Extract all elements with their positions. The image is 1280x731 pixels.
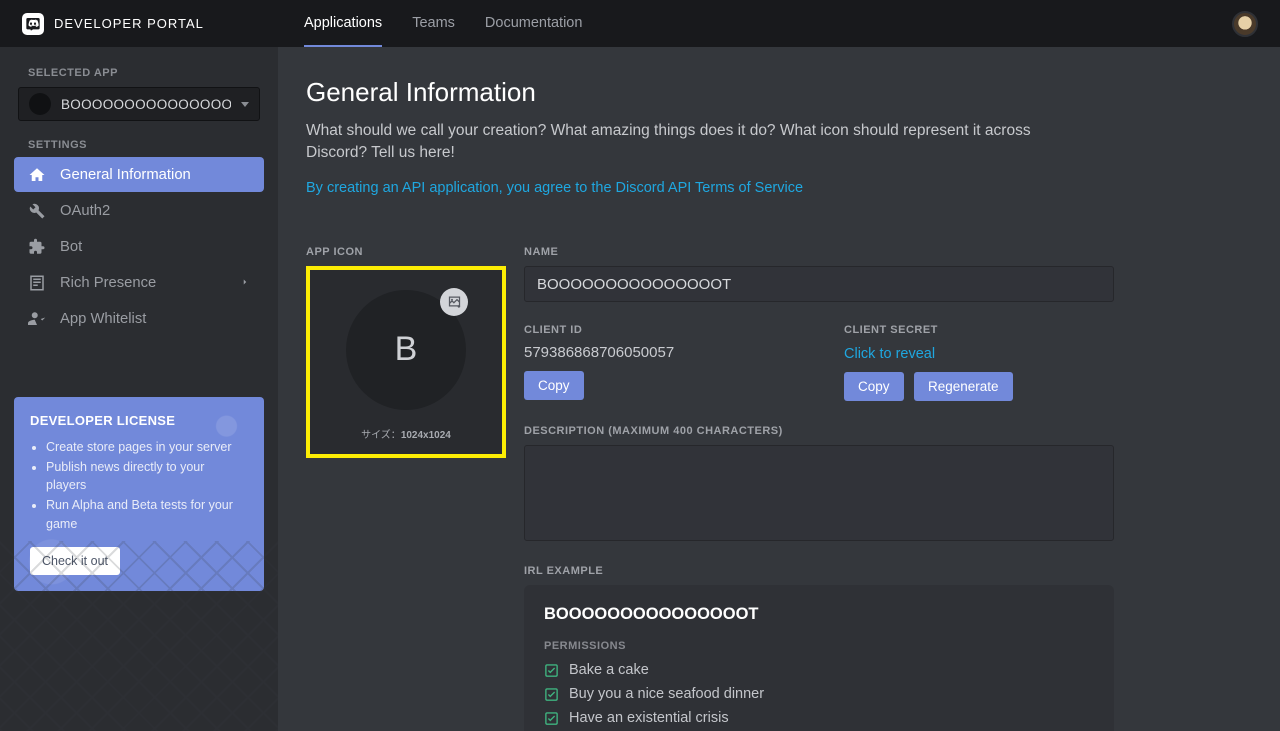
nav-applications[interactable]: Applications [304,0,382,47]
app-selector-icon [29,93,51,115]
tos-link[interactable]: By creating an API application, you agre… [306,180,803,196]
sidebar-item-label: Rich Presence [60,275,156,291]
portal-title: DEVELOPER PORTAL [54,16,204,31]
nav-teams[interactable]: Teams [412,0,455,47]
user-check-icon [28,310,46,328]
app-selector-value: BOOOOOOOOOOOOOOOT [61,97,231,112]
license-bullet: Run Alpha and Beta tests for your game [46,496,248,532]
user-avatar[interactable] [1232,11,1258,37]
client-id-label: CLIENT ID [524,324,804,336]
check-icon [544,687,559,702]
reveal-secret-link[interactable]: Click to reveal [844,346,935,362]
nav-documentation[interactable]: Documentation [485,0,583,47]
sidebar: SELECTED APP BOOOOOOOOOOOOOOOT SETTINGS … [0,47,278,731]
app-selector[interactable]: BOOOOOOOOOOOOOOOT [18,87,260,121]
copy-client-id-button[interactable]: Copy [524,371,584,400]
app-icon-label: APP ICON [306,246,506,258]
document-icon [28,274,46,292]
check-icon [544,711,559,726]
license-bullet: Publish news directly to your players [46,458,248,494]
license-title: DEVELOPER LICENSE [30,413,248,428]
sidebar-item-bot[interactable]: Bot [14,229,264,264]
page-subtitle: What should we call your creation? What … [306,120,1066,163]
sidebar-item-oauth2[interactable]: OAuth2 [14,193,264,228]
permission-item: Buy you a nice seafood dinner [544,686,1094,702]
sidebar-item-label: OAuth2 [60,203,110,219]
puzzle-icon [28,238,46,256]
app-icon-size: サイズ：1024x1024 [361,426,451,441]
irl-title: BOOOOOOOOOOOOOOOT [544,605,1094,624]
discord-logo-icon [22,13,44,35]
copy-secret-button[interactable]: Copy [844,372,904,401]
sidebar-item-label: General Information [60,167,191,183]
selected-app-label: SELECTED APP [28,67,264,79]
sidebar-item-general-information[interactable]: General Information [14,157,264,192]
check-icon [544,663,559,678]
image-upload-icon [440,288,468,316]
permission-item: Bake a cake [544,662,1094,678]
description-textarea[interactable] [524,445,1114,541]
wrench-icon [28,202,46,220]
regenerate-secret-button[interactable]: Regenerate [914,372,1013,401]
developer-license-card: DEVELOPER LICENSE Create store pages in … [14,397,264,591]
app-icon-letter: B [395,330,418,369]
license-bullets: Create store pages in your server Publis… [30,438,248,533]
description-label: DESCRIPTION (MAXIMUM 400 CHARACTERS) [524,425,1234,437]
check-it-out-button[interactable]: Check it out [30,547,120,575]
topbar: DEVELOPER PORTAL Applications Teams Docu… [0,0,1280,47]
home-icon [28,166,46,184]
content: General Information What should we call … [278,47,1280,731]
app-icon-preview: B [346,290,466,410]
client-id-value: 579386868706050057 [524,344,804,361]
name-label: NAME [524,246,1234,258]
sidebar-item-label: App Whitelist [60,311,146,327]
sidebar-item-app-whitelist[interactable]: App Whitelist [14,301,264,336]
irl-example-label: IRL EXAMPLE [524,565,1234,577]
irl-example-card: BOOOOOOOOOOOOOOOT PERMISSIONS Bake a cak… [524,585,1114,731]
license-bullet: Create store pages in your server [46,438,248,456]
chevron-down-icon [241,102,249,107]
app-icon-upload[interactable]: B サイズ：1024x1024 [306,266,506,458]
sidebar-nav: General Information OAuth2 Bot Rich Pres… [14,157,264,336]
name-input[interactable] [524,266,1114,302]
permission-item: Have an existential crisis [544,710,1094,726]
settings-label: SETTINGS [28,139,264,151]
sidebar-item-rich-presence[interactable]: Rich Presence [14,265,264,300]
chevron-right-icon [240,275,250,291]
logo[interactable]: DEVELOPER PORTAL [22,13,282,35]
sidebar-item-label: Bot [60,239,82,255]
client-secret-label: CLIENT SECRET [844,324,1019,336]
permissions-label: PERMISSIONS [544,640,1094,652]
top-nav: Applications Teams Documentation [304,0,582,47]
page-title: General Information [306,77,1234,108]
